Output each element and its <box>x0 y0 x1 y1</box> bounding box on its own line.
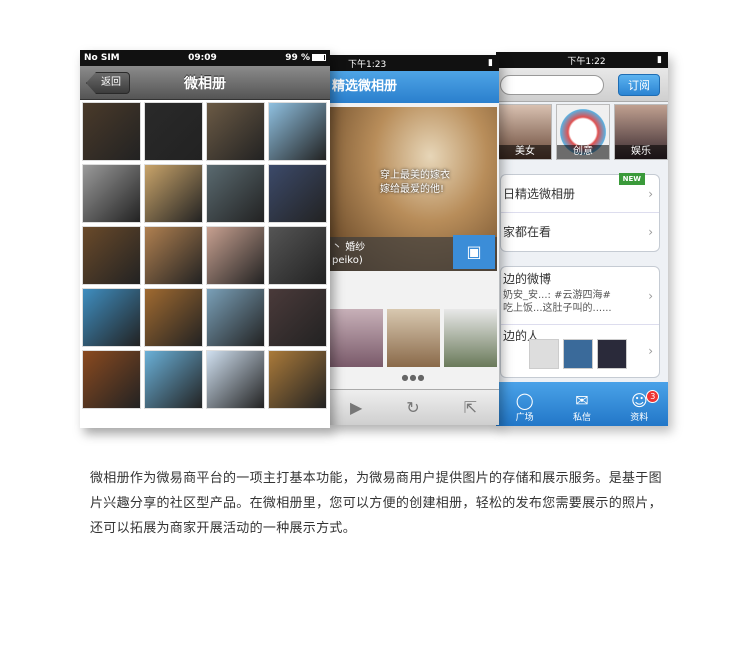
tab-plaza[interactable]: ◯ 广场 <box>505 391 545 424</box>
chevron-right-icon: › <box>648 225 653 239</box>
phone-album-grid-screen: No SIM 09:09 99 % 返回 微相册 <box>80 50 330 428</box>
chevron-right-icon: › <box>648 289 653 303</box>
toolbar: ▶ ↻ ⇱ <box>328 389 499 425</box>
photo-thumbnail[interactable] <box>268 102 327 161</box>
photo-thumbnail[interactable] <box>82 102 141 161</box>
category-creative[interactable]: 创意 <box>556 104 610 160</box>
status-time: 下午1:23 <box>348 59 387 70</box>
new-badge: NEW <box>618 173 645 185</box>
back-button[interactable]: 返回 <box>86 72 130 94</box>
featured-album-cover[interactable]: 穿上最美的嫁衣 嫁给最爱的他! 丶 婚纱 peiko) ▣ <box>330 107 497 271</box>
photo-thumbnail[interactable] <box>268 164 327 223</box>
refresh-icon[interactable]: ↻ <box>406 398 419 417</box>
page-title: 微相册 <box>184 75 226 92</box>
battery-label: 99 % <box>285 53 310 63</box>
carrier-label: No SIM <box>84 53 120 63</box>
photo-thumbnail[interactable] <box>268 350 327 409</box>
avatar <box>529 339 559 369</box>
page-indicator: ●●● <box>401 373 426 382</box>
navigation-bar: 订阅 <box>496 68 668 102</box>
share-icon[interactable]: ⇱ <box>464 398 477 417</box>
tab-profile[interactable]: ☺ 资料 3 <box>619 390 660 423</box>
battery-icon <box>311 54 326 61</box>
photo-thumbnail[interactable] <box>206 102 265 161</box>
phone-discover-screen: 下午1:22 ▮ 订阅 美女 创意 娱乐 日精选微相册 NEW › 家都在看 ›… <box>496 52 668 426</box>
photo-thumbnail[interactable] <box>206 226 265 285</box>
hero-caption: 穿上最美的嫁衣 嫁给最爱的他! <box>380 170 450 195</box>
status-time: 09:09 <box>188 53 217 63</box>
status-time: 下午1:22 <box>567 56 606 67</box>
photo-thumbnail[interactable] <box>144 350 203 409</box>
row-daily-picks[interactable]: 日精选微相册 NEW › <box>501 173 659 213</box>
photo-thumbnail[interactable] <box>144 288 203 347</box>
album-thumbnail[interactable] <box>387 309 440 367</box>
search-icon: ◯ <box>515 391 534 410</box>
album-thumbnail[interactable] <box>444 309 497 367</box>
photo-thumbnail[interactable] <box>82 350 141 409</box>
row-everyone-watching[interactable]: 家都在看 › <box>501 213 659 251</box>
navigation-bar: 返回 微相册 <box>80 66 330 100</box>
category-strip: 美女 创意 娱乐 <box>496 104 668 160</box>
battery-icon: ▮ <box>657 55 662 65</box>
avatar <box>563 339 593 369</box>
photo-grid <box>82 102 328 409</box>
status-bar: 下午1:22 ▮ <box>496 52 668 68</box>
photo-thumbnail[interactable] <box>268 288 327 347</box>
photo-thumbnail[interactable] <box>82 226 141 285</box>
chevron-right-icon: › <box>648 187 653 201</box>
avatar <box>597 339 627 369</box>
photo-thumbnail[interactable] <box>144 226 203 285</box>
subscribe-button[interactable]: 订阅 <box>618 74 660 96</box>
phone-featured-screen: 下午1:23 ▮ 精选微相册 穿上最美的嫁衣 嫁给最爱的他! 丶 婚纱 peik… <box>328 55 499 425</box>
chevron-right-icon: › <box>648 344 653 358</box>
photo-thumbnail[interactable] <box>268 226 327 285</box>
tab-messages[interactable]: ✉ 私信 <box>562 391 602 424</box>
featured-card: 日精选微相册 NEW › 家都在看 › <box>500 173 660 252</box>
row-nearby-people[interactable]: 边的人 › <box>501 325 659 377</box>
tab-bar: ◯ 广场 ✉ 私信 ☺ 资料 3 <box>496 382 668 426</box>
page-title: 精选微相册 <box>328 71 499 103</box>
photo-thumbnail[interactable] <box>82 288 141 347</box>
battery-icon: ▮ <box>488 58 493 68</box>
photo-thumbnail[interactable] <box>82 164 141 223</box>
category-beauty[interactable]: 美女 <box>498 104 552 160</box>
mail-icon: ✉ <box>575 391 589 410</box>
photo-thumbnail[interactable] <box>206 350 265 409</box>
description-text: 微相册作为微易商平台的一项主打基本功能，为微易商用户提供图片的存储和展示服务。是… <box>90 471 662 536</box>
photo-thumbnail[interactable] <box>206 164 265 223</box>
photos-icon[interactable]: ▣ <box>453 235 495 269</box>
play-icon[interactable]: ▶ <box>350 398 362 417</box>
search-input[interactable] <box>500 75 604 95</box>
avatar-list <box>529 339 627 369</box>
status-bar: 下午1:23 ▮ <box>328 55 499 71</box>
status-bar: No SIM 09:09 99 % <box>80 50 330 66</box>
nearby-card: 边的微博 奶安_安...: #云游四海# 吃上饭...这肚子叫的...... ›… <box>500 266 660 378</box>
photo-thumbnail[interactable] <box>206 288 265 347</box>
category-entertainment[interactable]: 娱乐 <box>614 104 668 160</box>
album-strip <box>330 309 497 367</box>
photo-thumbnail[interactable] <box>144 102 203 161</box>
photo-thumbnail[interactable] <box>144 164 203 223</box>
row-nearby-weibo[interactable]: 边的微博 奶安_安...: #云游四海# 吃上饭...这肚子叫的...... › <box>501 267 659 325</box>
album-thumbnail[interactable] <box>330 309 383 367</box>
